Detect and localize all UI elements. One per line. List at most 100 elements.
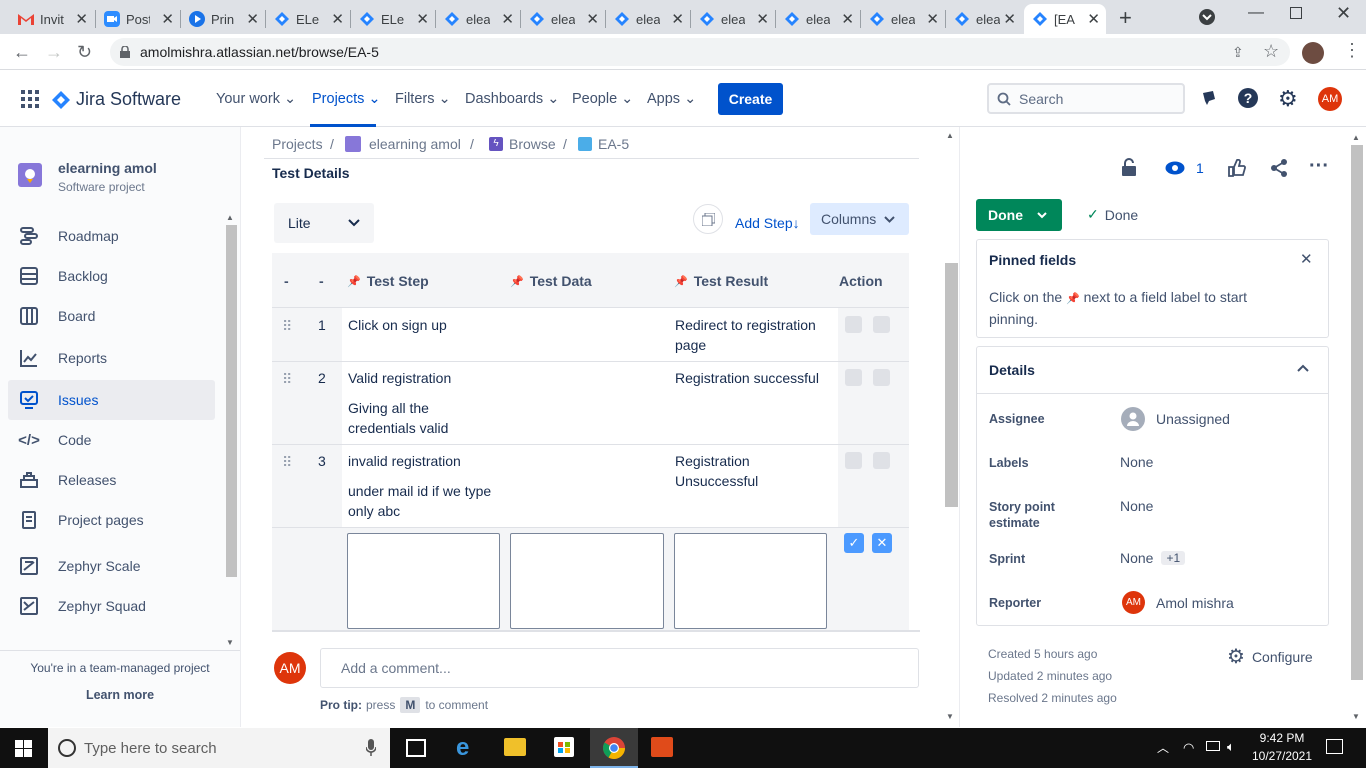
- status-done-button[interactable]: Done: [976, 199, 1062, 231]
- learn-more-link[interactable]: Learn more: [0, 688, 240, 702]
- test-step-cell[interactable]: Click on sign up: [348, 315, 503, 335]
- watch-button[interactable]: 1: [1165, 160, 1204, 176]
- sidebar-item-project-pages[interactable]: Project pages: [8, 500, 215, 540]
- forward-icon[interactable]: →: [45, 42, 63, 63]
- test-step-cell[interactable]: invalid registration: [348, 451, 503, 471]
- chrome-taskbar-button[interactable]: [590, 728, 638, 768]
- browser-tab[interactable]: elea ✕: [861, 4, 945, 34]
- comment-input[interactable]: Add a comment...: [320, 648, 919, 688]
- browser-tab[interactable]: Prin ✕: [181, 4, 265, 34]
- test-data-cell[interactable]: under mail id if we type only abc: [348, 481, 498, 521]
- browser-tab[interactable]: elea ✕: [436, 4, 520, 34]
- close-tab-icon[interactable]: ✕: [331, 10, 344, 28]
- columns-button[interactable]: Columns: [810, 203, 909, 235]
- create-button[interactable]: Create: [718, 83, 783, 115]
- close-tab-icon[interactable]: ✕: [926, 10, 939, 28]
- test-result-cell[interactable]: Registration Unsuccessful: [675, 451, 785, 491]
- assignee-value[interactable]: Unassigned: [1121, 407, 1230, 431]
- sidebar-scrollbar[interactable]: [226, 225, 237, 577]
- breadcrumb-projects[interactable]: Projects: [272, 136, 323, 152]
- help-icon[interactable]: ?: [1238, 88, 1258, 108]
- sidebar-item-reports[interactable]: Reports: [8, 338, 215, 378]
- browser-tab[interactable]: ELe ✕: [266, 4, 350, 34]
- reload-icon[interactable]: ↻: [77, 42, 92, 63]
- browser-tab[interactable]: Post ✕: [96, 4, 180, 34]
- task-view-icon[interactable]: [406, 739, 426, 757]
- wifi-icon[interactable]: ◠: [1183, 740, 1194, 756]
- action-center-icon[interactable]: [1326, 739, 1343, 754]
- sidebar-item-backlog[interactable]: Backlog: [8, 256, 215, 296]
- panel-scroll-up-icon[interactable]: ▲: [1352, 133, 1360, 142]
- taskbar-search-input[interactable]: Type here to search: [48, 728, 390, 768]
- drag-handle-icon[interactable]: ⠿: [282, 369, 292, 389]
- column-header-test-result[interactable]: 📌 Test Result: [674, 273, 768, 289]
- new-result-textarea[interactable]: [674, 533, 827, 629]
- configure-button[interactable]: ⚙ Configure: [1227, 644, 1313, 669]
- user-avatar[interactable]: AM: [1318, 87, 1342, 111]
- clone-step-icon[interactable]: [845, 316, 862, 333]
- sidebar-item-board[interactable]: Board: [8, 296, 215, 336]
- story-points-value[interactable]: None: [1120, 498, 1153, 514]
- browser-tab[interactable]: elea ✕: [776, 4, 860, 34]
- test-step-cell[interactable]: Valid registration: [348, 368, 503, 388]
- main-scroll-up-icon[interactable]: ▲: [946, 131, 954, 140]
- project-name[interactable]: elearning amol: [58, 160, 157, 176]
- browser-tab[interactable]: Invit ✕: [10, 4, 94, 34]
- sprint-value[interactable]: None +1: [1120, 550, 1186, 566]
- close-tab-icon[interactable]: ✕: [416, 10, 429, 28]
- browser-menu-icon[interactable]: ⋮: [1343, 40, 1361, 61]
- nav-filters[interactable]: Filters ⌄: [395, 91, 451, 107]
- browser-tab[interactable]: elea ✕: [946, 4, 1022, 34]
- main-scrollbar[interactable]: [945, 263, 958, 507]
- sidebar-item-zephyr-squad[interactable]: Zephyr Squad: [8, 586, 215, 626]
- battery-icon[interactable]: [1206, 741, 1220, 751]
- tab-search-icon[interactable]: [1199, 9, 1215, 25]
- test-result-cell[interactable]: Redirect to registration page: [675, 315, 830, 355]
- profile-avatar[interactable]: [1302, 42, 1324, 64]
- nav-dashboards[interactable]: Dashboards ⌄: [465, 91, 559, 107]
- more-actions-icon[interactable]: ···: [1309, 155, 1329, 178]
- panel-scroll-down-icon[interactable]: ▼: [1352, 712, 1360, 721]
- nav-people[interactable]: People ⌄: [572, 91, 633, 107]
- notifications-icon[interactable]: [1199, 89, 1217, 107]
- drag-handle-icon[interactable]: ⠿: [282, 452, 292, 472]
- confirm-step-icon[interactable]: ✓: [844, 533, 864, 553]
- delete-step-icon[interactable]: [873, 452, 890, 469]
- close-tab-icon[interactable]: ✕: [756, 10, 769, 28]
- sidebar-item-releases[interactable]: Releases: [8, 460, 215, 500]
- edge-icon[interactable]: e: [456, 734, 469, 762]
- new-data-textarea[interactable]: [510, 533, 664, 629]
- close-tab-icon[interactable]: ✕: [671, 10, 684, 28]
- close-window-icon[interactable]: ✕: [1336, 3, 1351, 24]
- mode-select[interactable]: Lite: [274, 203, 374, 243]
- store-icon[interactable]: [554, 737, 574, 757]
- app-taskbar-icon[interactable]: [651, 737, 673, 757]
- delete-step-icon[interactable]: [873, 369, 890, 386]
- close-pinned-icon[interactable]: ✕: [1300, 250, 1313, 268]
- close-tab-icon[interactable]: ✕: [841, 10, 854, 28]
- volume-icon[interactable]: 🔈︎: [1227, 739, 1235, 755]
- test-data-cell[interactable]: Giving all the credentials valid: [348, 398, 488, 438]
- minimize-icon[interactable]: —: [1248, 4, 1264, 22]
- settings-gear-icon[interactable]: ⚙: [1278, 86, 1298, 112]
- nav-apps[interactable]: Apps ⌄: [647, 91, 696, 107]
- breadcrumb-issue[interactable]: EA-5: [578, 136, 629, 152]
- clone-step-icon[interactable]: [845, 452, 862, 469]
- lock-icon[interactable]: [1121, 158, 1137, 176]
- add-step-button[interactable]: Add Step ↓: [735, 215, 800, 231]
- labels-value[interactable]: None: [1120, 454, 1153, 470]
- app-switcher-icon[interactable]: [21, 90, 39, 108]
- back-icon[interactable]: ←: [13, 42, 31, 63]
- share-icon[interactable]: [1270, 159, 1288, 177]
- close-tab-icon[interactable]: ✕: [161, 10, 174, 28]
- column-header-test-step[interactable]: 📌 Test Step: [347, 273, 429, 289]
- nav-your-work[interactable]: Your work ⌄: [216, 91, 296, 107]
- close-tab-icon[interactable]: ✕: [246, 10, 259, 28]
- close-tab-icon[interactable]: ✕: [586, 10, 599, 28]
- tray-chevron-icon[interactable]: ︿: [1157, 739, 1169, 756]
- copy-steps-icon[interactable]: [693, 204, 723, 234]
- clone-step-icon[interactable]: [845, 369, 862, 386]
- browser-tab[interactable]: elea ✕: [521, 4, 605, 34]
- column-header-test-data[interactable]: 📌 Test Data: [510, 273, 592, 289]
- close-tab-icon[interactable]: ✕: [75, 10, 88, 28]
